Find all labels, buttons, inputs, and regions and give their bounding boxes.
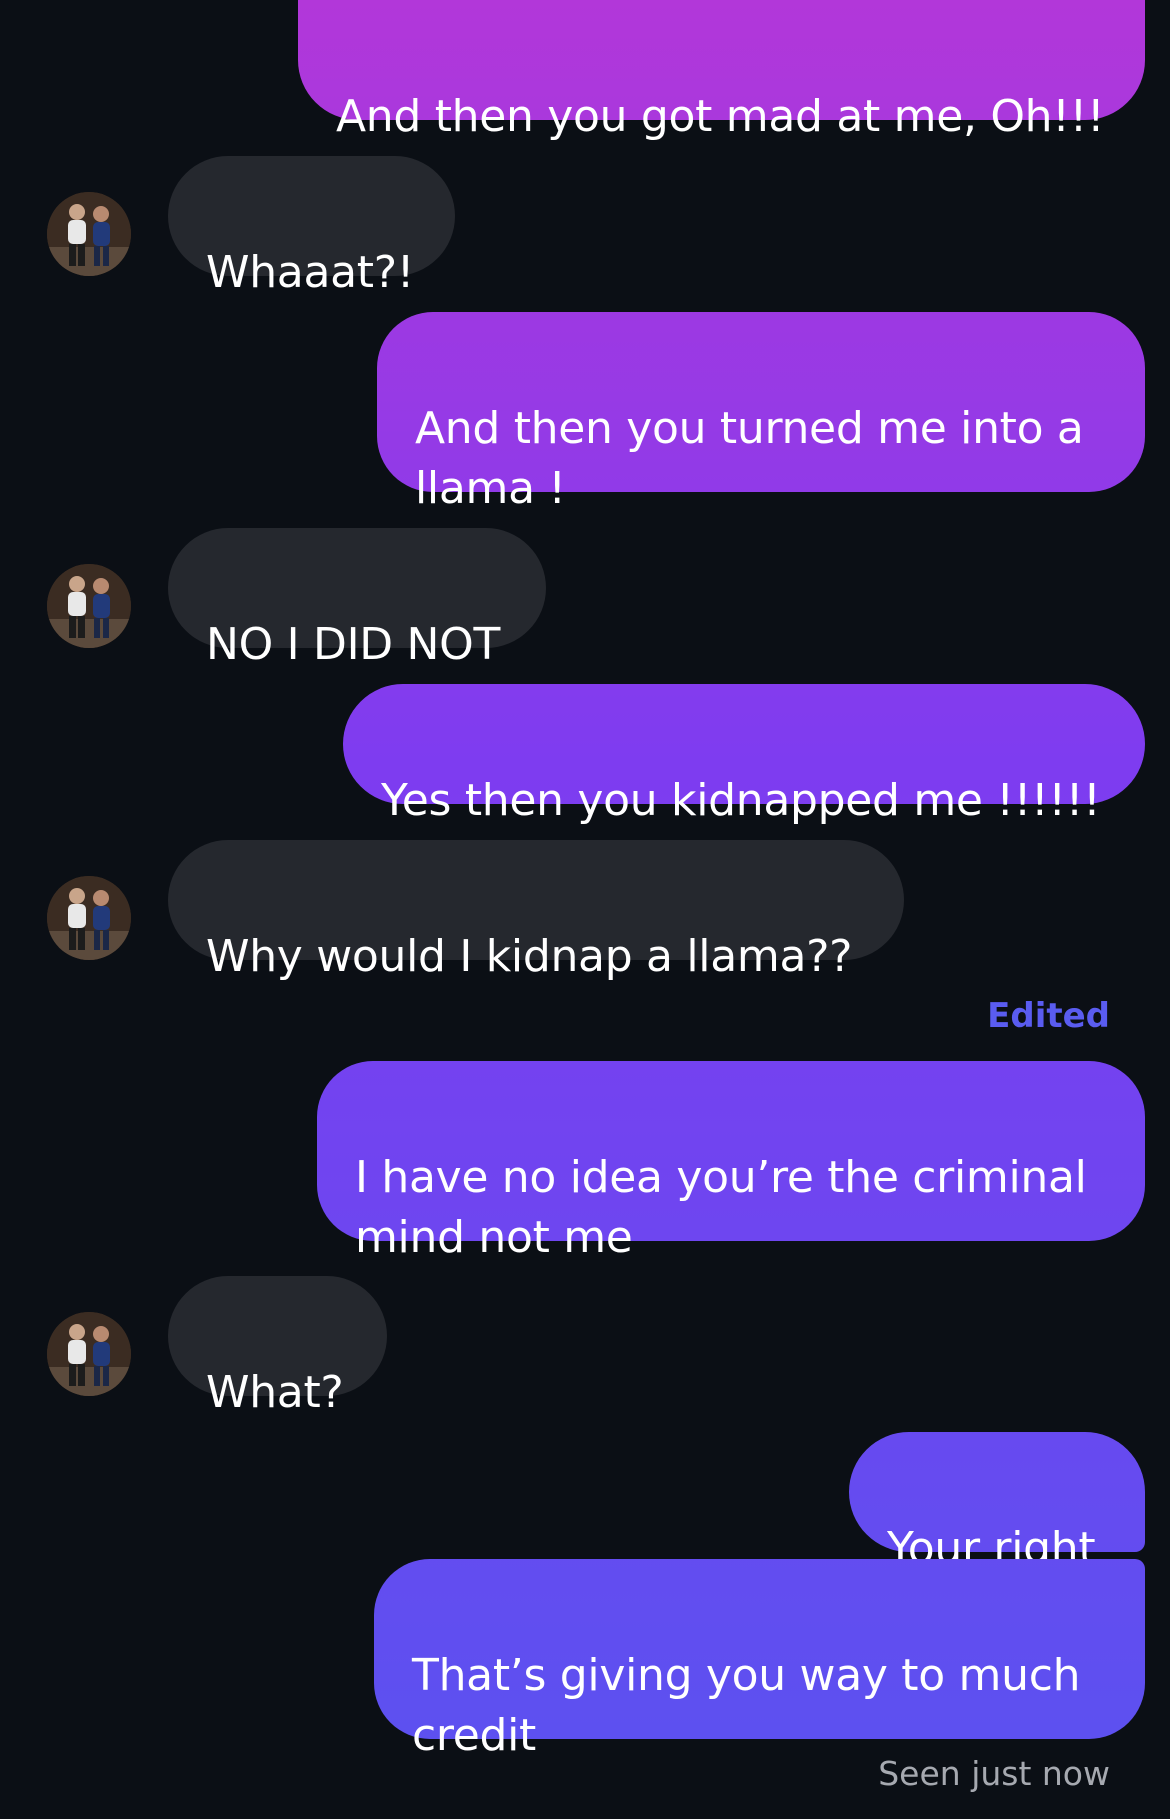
avatar-photo-icon — [47, 1312, 131, 1396]
message-text: Why would I kidnap a llama?? — [206, 931, 853, 982]
incoming-message-bubble[interactable]: What? — [168, 1276, 387, 1418]
message-text: NO I DID NOT — [206, 619, 501, 670]
avatar-photo-icon — [47, 192, 131, 276]
outgoing-message-bubble[interactable]: That’s giving you way to much credit — [374, 1559, 1145, 1761]
message-text: That’s giving you way to much credit — [412, 1650, 1081, 1761]
incoming-message-bubble[interactable]: NO I DID NOT — [168, 528, 546, 670]
outgoing-message-bubble[interactable]: Yes then you kidnapped me !!!!!! — [343, 684, 1145, 826]
avatar-photo-icon — [47, 876, 131, 960]
contact-avatar[interactable] — [47, 876, 131, 960]
outgoing-message-bubble[interactable]: I have no idea you’re the criminal mind … — [317, 1061, 1145, 1263]
contact-avatar[interactable] — [47, 1312, 131, 1396]
message-text: Yes then you kidnapped me !!!!!! — [381, 775, 1101, 826]
message-text: I have no idea you’re the criminal mind … — [355, 1152, 1087, 1263]
outgoing-message-bubble[interactable]: And then you turned me into a llama ! — [377, 312, 1145, 514]
message-thread: And then you got mad at me, Oh!!! Whaaat… — [0, 0, 1170, 1819]
edited-label: Edited — [987, 996, 1110, 1036]
message-text: And then you got mad at me, Oh!!! — [336, 91, 1105, 142]
incoming-message-bubble[interactable]: Why would I kidnap a llama?? — [168, 840, 904, 982]
avatar-photo-icon — [47, 564, 131, 648]
message-text: Whaaat?! — [206, 247, 415, 298]
outgoing-message-bubble[interactable]: Your right — [849, 1432, 1145, 1574]
contact-avatar[interactable] — [47, 564, 131, 648]
message-text: What? — [206, 1367, 344, 1418]
outgoing-message-bubble[interactable]: And then you got mad at me, Oh!!! — [298, 0, 1145, 142]
message-text: And then you turned me into a llama ! — [415, 403, 1084, 514]
incoming-message-bubble[interactable]: Whaaat?! — [168, 156, 455, 298]
seen-status: Seen just now — [878, 1754, 1110, 1793]
contact-avatar[interactable] — [47, 192, 131, 276]
